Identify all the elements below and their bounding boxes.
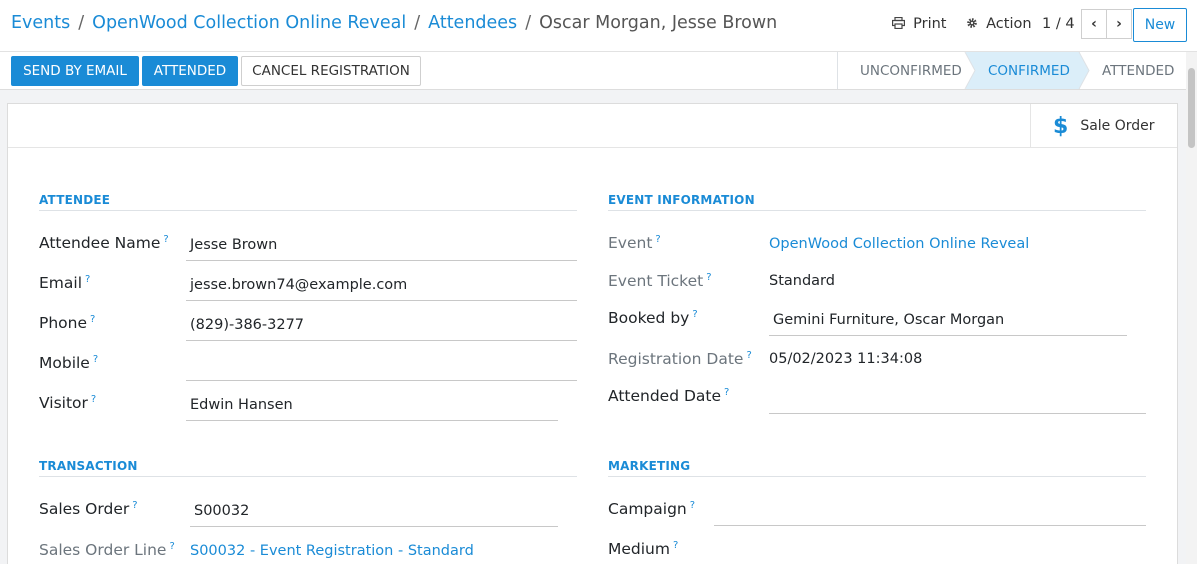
attendee-name-field[interactable]: Jesse Brown [190,237,277,253]
breadcrumb-event[interactable]: OpenWood Collection Online Reveal [92,13,406,33]
help-icon[interactable]: ? [655,234,660,245]
pager-value[interactable]: 1 / 4 [1042,16,1075,32]
help-icon[interactable]: ? [91,394,96,405]
pager-next-button[interactable]: › [1106,9,1132,39]
visitor-field[interactable]: Edwin Hansen [190,397,293,413]
breadcrumb: Events / OpenWood Collection Online Reveal… [11,13,777,33]
section-divider [39,210,577,211]
event-ticket-value: Standard [769,273,835,289]
booked-by-underline [769,335,1127,336]
section-divider [608,210,1146,211]
section-title-attendee: ATTENDEE [39,193,111,207]
email-field[interactable]: jesse.brown74@example.com [190,277,407,293]
help-icon[interactable]: ? [673,540,678,551]
control-panel: Events / OpenWood Collection Online Reveal… [0,0,1197,52]
sales-order-label: Sales Order? [39,500,138,518]
stage-arrows [837,52,1090,89]
help-icon[interactable]: ? [90,314,95,325]
action-label: Action [986,16,1032,32]
action-button[interactable]: Action [966,16,1032,32]
campaign-underline [714,525,1146,526]
section-title-transaction: TRANSACTION [39,459,138,473]
section-title-event-information: EVENT INFORMATION [608,193,755,207]
section-title-marketing: MARKETING [608,459,691,473]
sales-order-field[interactable]: S00032 [194,503,249,519]
form-statusbar: SEND BY EMAIL ATTENDED CANCEL REGISTRATI… [0,52,1186,90]
printer-icon [892,16,909,32]
breadcrumb-separator: / [525,13,532,33]
gear-icon [966,17,982,32]
sales-order-line-link[interactable]: S00032 - Event Registration - Standard [190,543,474,559]
help-icon[interactable]: ? [746,350,751,361]
scrollbar-thumb[interactable] [1188,68,1195,148]
dollar-icon: $ [1053,113,1069,139]
attendee-name-underline [186,260,577,261]
help-icon[interactable]: ? [132,500,137,511]
new-button[interactable]: New [1133,8,1187,42]
event-label: Event? [608,234,661,252]
email-underline [186,300,577,301]
registration-date-label: Registration Date? [608,350,752,368]
booked-by-label: Booked by? [608,309,698,327]
chevron-right-icon: › [1116,16,1122,32]
help-icon[interactable]: ? [692,309,697,320]
help-icon[interactable]: ? [169,541,174,552]
mobile-label: Mobile? [39,354,99,372]
print-button[interactable]: Print [892,16,947,32]
form-sheet: $ Sale Order ATTENDEE Attendee Name? Jes… [7,103,1178,564]
attended-date-underline [769,413,1146,414]
section-divider [39,476,577,477]
attended-button[interactable]: ATTENDED [142,56,238,86]
send-by-email-button[interactable]: SEND BY EMAIL [11,56,139,86]
sales-order-line-label: Sales Order Line? [39,541,175,559]
help-icon[interactable]: ? [163,234,168,245]
mobile-underline [186,380,577,381]
event-ticket-label: Event Ticket? [608,272,712,290]
help-icon[interactable]: ? [85,274,90,285]
help-icon[interactable]: ? [706,272,711,283]
breadcrumb-separator: / [414,13,421,33]
phone-field[interactable]: (829)-386-3277 [190,317,304,333]
pager-previous-button[interactable]: ‹ [1081,9,1107,39]
phone-underline [186,340,577,341]
sales-order-underline [190,526,558,527]
sale-order-label: Sale Order [1080,118,1155,134]
medium-label: Medium? [608,540,679,558]
attendee-name-label: Attendee Name? [39,234,169,252]
section-divider [608,476,1146,477]
breadcrumb-current: Oscar Morgan, Jesse Brown [539,13,778,33]
booked-by-field[interactable]: Gemini Furniture, Oscar Morgan [773,312,1004,328]
registration-date-value: 05/02/2023 11:34:08 [769,351,923,367]
attended-date-label: Attended Date? [608,387,730,405]
scrollbar[interactable] [1186,52,1197,564]
help-icon[interactable]: ? [690,500,695,511]
email-label: Email? [39,274,91,292]
smart-button-box: $ Sale Order [8,104,1177,148]
help-icon[interactable]: ? [724,387,729,398]
visitor-underline [186,420,558,421]
breadcrumb-events[interactable]: Events [11,13,70,33]
breadcrumb-separator: / [78,13,85,33]
visitor-label: Visitor? [39,394,97,412]
sale-order-smart-button[interactable]: $ Sale Order [1030,104,1177,148]
help-icon[interactable]: ? [93,354,98,365]
print-label: Print [913,16,947,32]
breadcrumb-attendees[interactable]: Attendees [428,13,517,33]
chevron-left-icon: ‹ [1091,16,1097,32]
phone-label: Phone? [39,314,96,332]
event-link[interactable]: OpenWood Collection Online Reveal [769,236,1029,252]
cancel-registration-button[interactable]: CANCEL REGISTRATION [241,56,421,86]
campaign-label: Campaign? [608,500,696,518]
